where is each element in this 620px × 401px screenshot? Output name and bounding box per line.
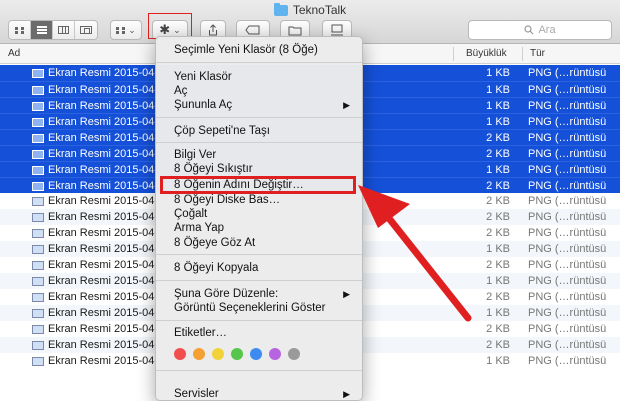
annotation-arrow-head	[358, 185, 410, 228]
annotation-arrow	[358, 185, 472, 322]
annotation-arrow-shaft	[380, 208, 472, 322]
